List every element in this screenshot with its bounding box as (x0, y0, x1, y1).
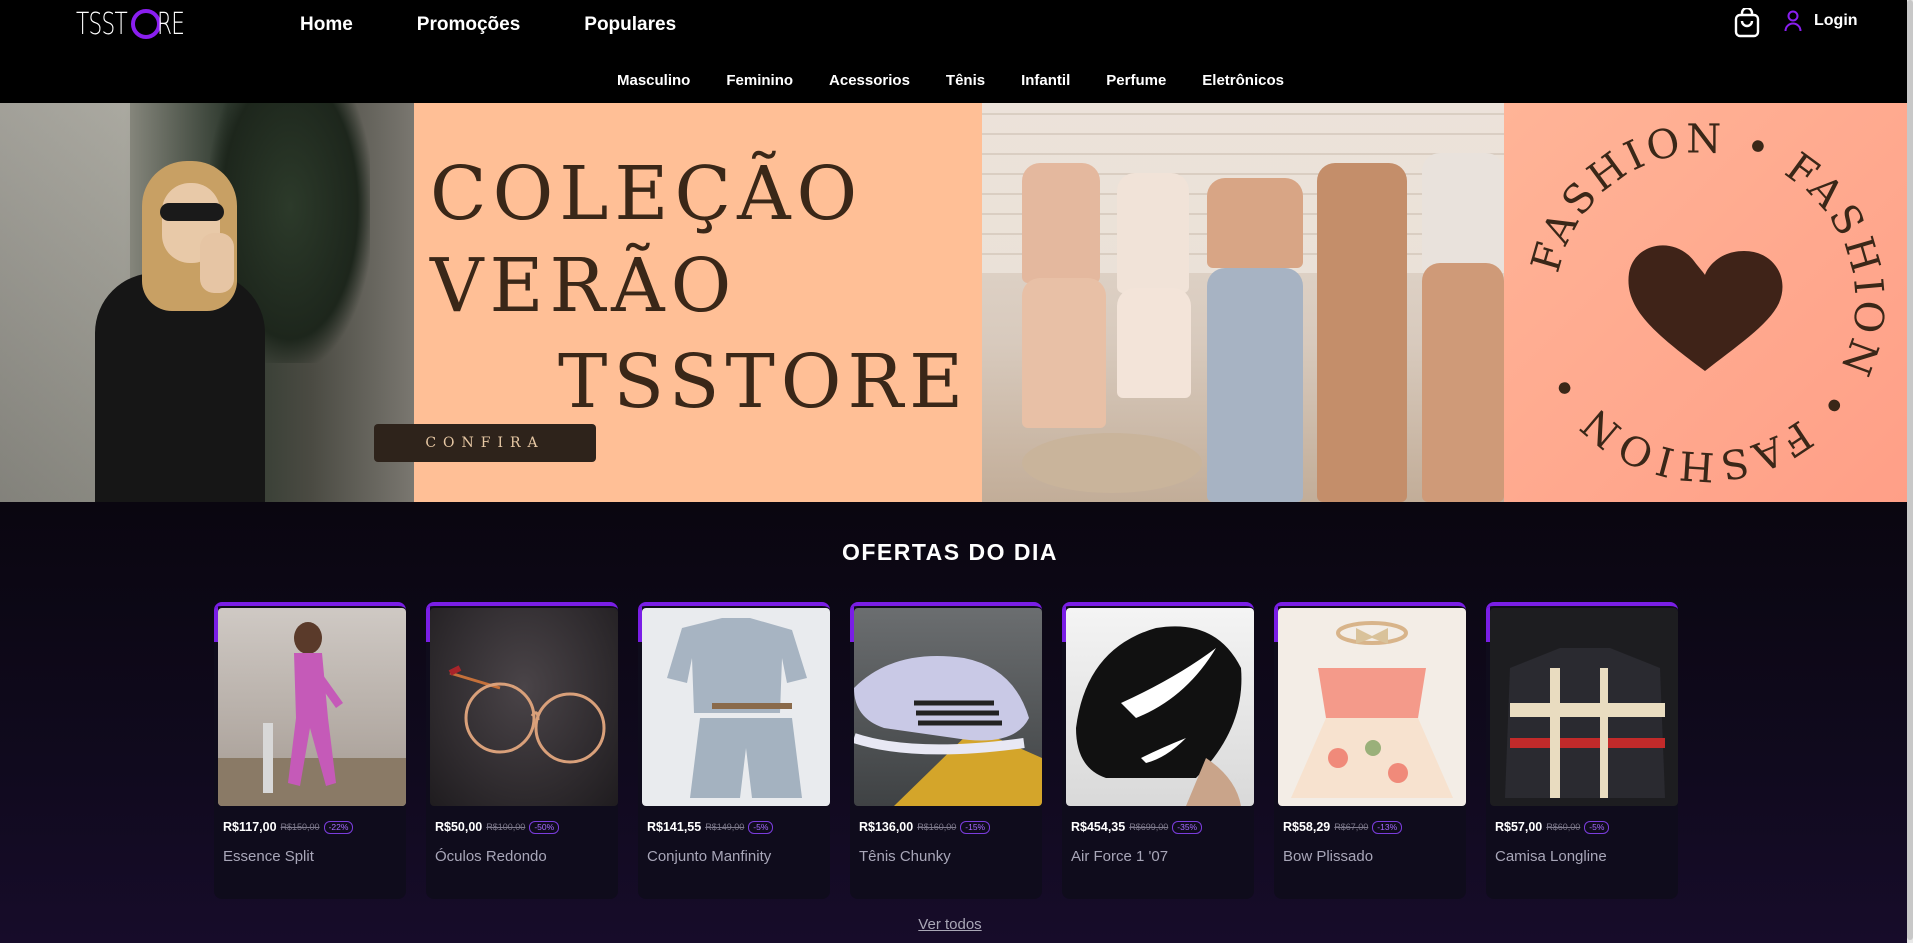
product-card[interactable]: R$141,55 R$149,00 -5% Conjunto Manfinity (638, 602, 830, 899)
see-all-container: Ver todos (0, 916, 1900, 934)
product-image (1278, 608, 1466, 806)
product-price: R$141,55 (647, 820, 702, 834)
site-header: TSST RE Home Promoções Populares Login M… (0, 0, 1907, 103)
product-old-price: R$60,00 (1546, 822, 1581, 832)
banner-title-line1: COLEÇÃO (430, 151, 864, 237)
cart-button[interactable] (1733, 6, 1761, 38)
see-all-link[interactable]: Ver todos (918, 916, 981, 933)
product-card[interactable]: R$50,00 R$100,00 -50% Óculos Redondo (426, 602, 618, 899)
product-image (1066, 608, 1254, 806)
product-name: Air Force 1 '07 (1071, 848, 1169, 865)
discount-badge: -15% (960, 820, 991, 834)
fashion-ring-graphic: FASHION • FASHION • FASHION • (1523, 116, 1888, 489)
scrollbar-thumb[interactable] (1907, 0, 1913, 940)
discount-badge: -35% (1172, 820, 1203, 834)
nav-promocoes[interactable]: Promoções (417, 14, 520, 36)
category-perfume[interactable]: Perfume (1106, 72, 1166, 89)
product-old-price: R$150,00 (280, 822, 320, 832)
discount-badge: -5% (748, 820, 774, 834)
discount-badge: -22% (323, 820, 354, 834)
product-image (854, 608, 1042, 806)
category-eletronicos[interactable]: Eletrônicos (1202, 72, 1284, 89)
shopping-bag-icon (1734, 6, 1760, 38)
category-tenis[interactable]: Tênis (946, 72, 985, 89)
product-old-price: R$149,00 (705, 822, 745, 832)
product-image (430, 608, 618, 806)
product-name: Tênis Chunky (859, 848, 951, 865)
discount-badge: -5% (1584, 820, 1610, 834)
product-image (1490, 608, 1678, 806)
product-old-price: R$699,00 (1129, 822, 1169, 832)
product-price: R$50,00 (435, 820, 483, 834)
tsstore-logo[interactable]: TSST RE (76, 6, 195, 42)
login-button[interactable]: Login (1784, 10, 1858, 32)
product-card[interactable]: R$136,00 R$160,00 -15% Tênis Chunky (850, 602, 1042, 899)
product-card[interactable]: R$117,00 R$150,00 -22% Essence Split (214, 602, 406, 899)
banner-title-line2: VERÃO (430, 243, 738, 329)
category-nav: Masculino Feminino Acessorios Tênis Infa… (617, 72, 1284, 89)
product-old-price: R$100,00 (486, 822, 526, 832)
product-old-price: R$67,00 (1334, 822, 1369, 832)
main-nav: Home Promoções Populares (300, 14, 676, 36)
banner-store-photo (982, 103, 1504, 502)
discount-badge: -50% (529, 820, 560, 834)
product-name: Camisa Longline (1495, 848, 1607, 865)
product-price: R$136,00 (859, 820, 914, 834)
banner-model-photo (0, 103, 414, 502)
logo-text-left: TSST (76, 6, 128, 42)
product-price: R$57,00 (1495, 820, 1543, 834)
user-icon (1784, 10, 1802, 32)
nav-home[interactable]: Home (300, 14, 353, 36)
product-name: Óculos Redondo (435, 848, 547, 865)
category-acessorios[interactable]: Acessorios (829, 72, 910, 89)
product-name: Bow Plissado (1283, 848, 1374, 865)
nav-populares[interactable]: Populares (584, 14, 676, 36)
discount-badge: -13% (1372, 820, 1403, 834)
banner-fashion-badge: FASHION • FASHION • FASHION • (1504, 103, 1907, 502)
product-image (642, 608, 830, 806)
product-name: Essence Split (223, 848, 314, 865)
logo-text-right: RE (156, 6, 185, 42)
login-label: Login (1814, 12, 1858, 29)
hero-banner[interactable]: COLEÇÃO VERÃO TSSTORE CONFIRA FASHION • … (0, 103, 1907, 502)
page-scrollbar[interactable] (1907, 0, 1913, 943)
product-card[interactable]: R$454,35 R$699,00 -35% Air Force 1 '07 (1062, 602, 1254, 899)
product-price: R$117,00 (223, 820, 277, 834)
product-card[interactable]: R$57,00 R$60,00 -5% Camisa Longline (1486, 602, 1678, 899)
category-infantil[interactable]: Infantil (1021, 72, 1070, 89)
category-masculino[interactable]: Masculino (617, 72, 690, 89)
product-old-price: R$160,00 (917, 822, 957, 832)
category-feminino[interactable]: Feminino (726, 72, 793, 89)
product-card[interactable]: R$58,29 R$67,00 -13% Bow Plissado (1274, 602, 1466, 899)
product-price: R$58,29 (1283, 820, 1331, 834)
heart-icon (1628, 245, 1783, 371)
product-image (218, 608, 406, 806)
banner-promo-panel: COLEÇÃO VERÃO TSSTORE CONFIRA (374, 103, 982, 502)
product-price: R$454,35 (1071, 820, 1126, 834)
offers-title: OFERTAS DO DIA (841, 539, 1059, 565)
product-name: Conjunto Manfinity (647, 848, 772, 865)
confira-button[interactable]: CONFIRA (374, 424, 596, 462)
banner-title-line3: TSSTORE (558, 339, 970, 425)
product-carousel: R$117,00 R$150,00 -22% Essence Split R$5… (214, 602, 1678, 899)
daily-offers-section: OFERTAS DO DIA R$117,00 R$150,00 -22% Es… (0, 502, 1907, 943)
